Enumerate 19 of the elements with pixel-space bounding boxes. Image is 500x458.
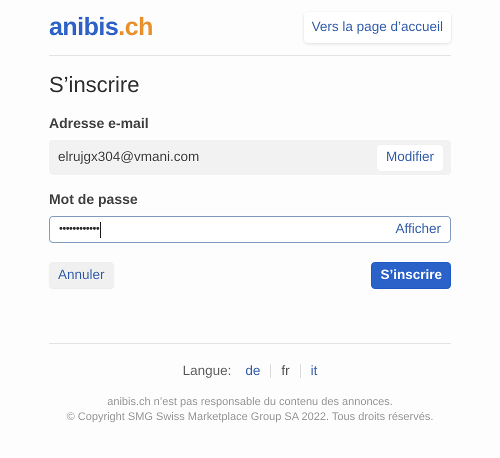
email-value: elrujgx304@vmani.com (58, 148, 200, 166)
page-title: S’inscrire (49, 71, 140, 99)
password-field[interactable]: •••••••••••• Afficher (49, 216, 451, 243)
language-link[interactable]: it (310, 361, 318, 382)
modify-button[interactable]: Modifier (376, 144, 443, 170)
language-label: Langue: (182, 362, 232, 380)
language-link[interactable]: fr (281, 361, 290, 382)
copyright-text: © Copyright SMG Swiss Marketplace Group SA 2022. Tous droits réservés. (66, 410, 434, 426)
text-cursor (100, 222, 102, 238)
cancel-button[interactable]: Annuler (49, 262, 114, 288)
password-label: Mot de passe (49, 190, 139, 209)
home-link-button[interactable]: Vers la page d’accueil (304, 12, 451, 43)
email-label: Adresse e-mail (49, 114, 150, 133)
password-value: •••••••••••• (59, 222, 100, 238)
signup-button[interactable]: S’inscrire (371, 262, 451, 289)
language-link[interactable]: de (245, 361, 260, 382)
logo[interactable]: anibis.ch (49, 15, 153, 40)
show-password-button[interactable]: Afficher (395, 219, 441, 240)
disclaimer-text: anibis.ch n’est pas responsable du contenu des annonces. (107, 395, 393, 410)
